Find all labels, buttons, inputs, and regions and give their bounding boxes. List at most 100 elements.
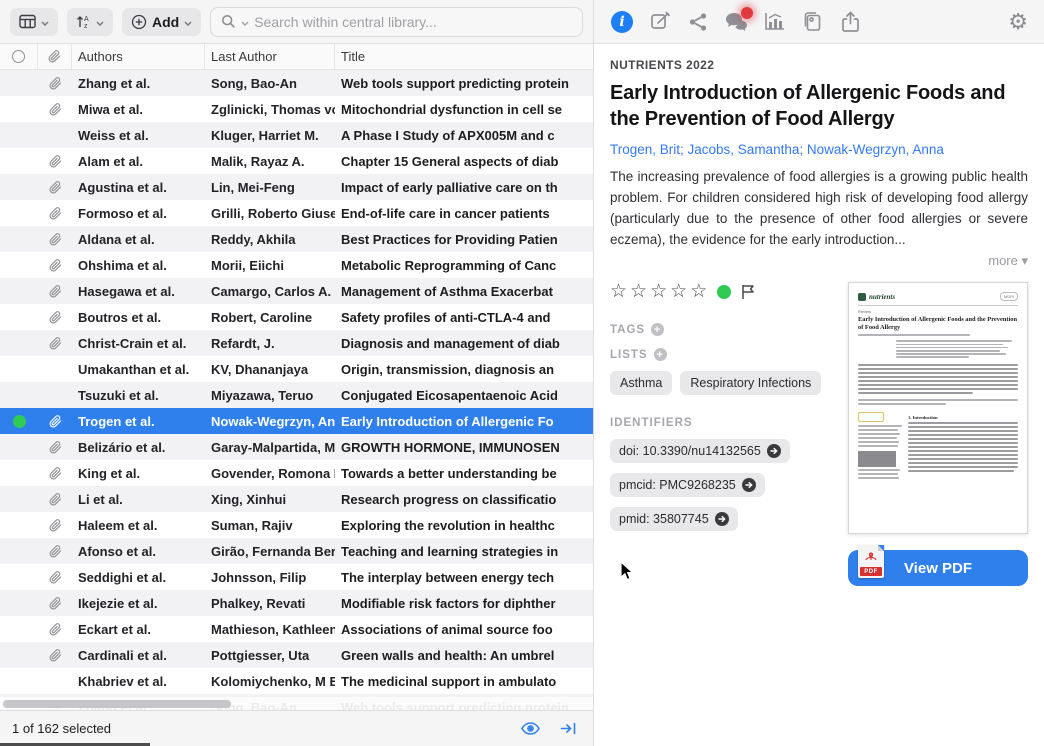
thumbnail-title: Early Introduction of Allergenic Foods a… xyxy=(858,316,1018,332)
pdf-label: PDF xyxy=(860,567,882,576)
pmcid-identifier-pill[interactable]: pmcid: PMC9268235 xyxy=(610,473,765,497)
journal-year-line: NUTRIENTS 2022 xyxy=(610,58,1028,72)
comments-icon[interactable] xyxy=(724,10,748,34)
detail-toolbar: i ⚙ xyxy=(594,0,1044,44)
table-row[interactable]: King et al. Govender, Romona D… Towards … xyxy=(0,460,593,486)
attachment-column-header[interactable] xyxy=(38,44,72,69)
add-button-label: Add xyxy=(152,14,179,30)
list-pill[interactable]: Respiratory Infections xyxy=(680,371,821,395)
edit-icon[interactable] xyxy=(648,10,672,34)
rating-star-icon[interactable]: ☆ xyxy=(630,282,647,301)
table-row[interactable]: Ohshima et al. Morii, Eiichi Metabolic R… xyxy=(0,252,593,278)
table-body: Zhang et al. Song, Bao-An Web tools supp… xyxy=(0,70,593,710)
read-status-dot[interactable] xyxy=(717,285,731,299)
attachment-icon xyxy=(49,467,62,480)
detail-content: NUTRIENTS 2022 Early Introduction of All… xyxy=(594,44,1044,746)
table-row[interactable]: Trogen et al. Nowak-Wegrzyn, Anna Early … xyxy=(0,408,593,434)
info-tab-icon[interactable]: i xyxy=(610,10,634,34)
attachment-icon xyxy=(49,545,62,558)
status-bar: 1 of 162 selected xyxy=(0,710,593,746)
sort-az-icon: Az xyxy=(76,14,91,29)
table-row[interactable]: Belizário et al. Garay-Malpartida, Mi… G… xyxy=(0,434,593,460)
collapse-panel-icon[interactable] xyxy=(560,722,577,735)
svg-text:z: z xyxy=(84,23,88,29)
detail-panel: i ⚙ NUTRIENTS 2022 Early xyxy=(594,0,1044,746)
horizontal-scrollbar[interactable] xyxy=(0,697,593,710)
attachment-icon xyxy=(49,337,62,350)
export-icon[interactable] xyxy=(838,10,862,34)
library-toolbar: Az Add xyxy=(0,0,593,44)
sort-button[interactable]: Az xyxy=(67,8,113,36)
pmid-identifier-pill[interactable]: pmid: 35807745 xyxy=(610,507,738,531)
table-row[interactable]: Eckart et al. Mathieson, Kathleen Associ… xyxy=(0,616,593,642)
paperclip-icon xyxy=(48,50,61,63)
thumbnail-journal-name: nutrients xyxy=(869,293,895,301)
add-list-icon[interactable]: + xyxy=(654,348,667,361)
view-options-button[interactable] xyxy=(10,8,58,36)
journal-logo-icon xyxy=(858,293,866,301)
table-view-icon xyxy=(19,14,36,29)
horizontal-scrollbar-thumb[interactable] xyxy=(3,700,231,708)
table-row[interactable]: Miwa et al. Zglinicki, Thomas von Mitoch… xyxy=(0,96,593,122)
add-button[interactable]: Add xyxy=(122,8,201,36)
pdf-column: nutrients MDPI Review Early Introduction… xyxy=(848,282,1028,586)
attachment-icon xyxy=(49,441,62,454)
table-row[interactable]: Cardinali et al. Pottgiesser, Uta Green … xyxy=(0,642,593,668)
view-pdf-button[interactable]: PDF View PDF xyxy=(848,550,1028,586)
table-row[interactable]: Khabriev et al. Kolomiychenko, M E The m… xyxy=(0,668,593,694)
paper-title: Early Introduction of Allergenic Foods a… xyxy=(610,80,1028,133)
attachment-icon xyxy=(49,493,62,506)
title-column-header[interactable]: Title xyxy=(335,44,593,69)
settings-gear-icon[interactable]: ⚙ xyxy=(1008,11,1028,33)
copy-citation-icon[interactable] xyxy=(800,10,824,34)
table-row[interactable]: Formoso et al. Grilli, Roberto Giusep… E… xyxy=(0,200,593,226)
share-icon[interactable] xyxy=(686,10,710,34)
svg-text:A: A xyxy=(84,16,89,23)
search-box[interactable] xyxy=(210,7,583,37)
search-scope-chevron-icon[interactable] xyxy=(241,13,249,31)
more-link[interactable]: more ▾ xyxy=(988,253,1028,268)
authors-column-header[interactable]: Authors xyxy=(72,44,205,69)
chevron-down-icon xyxy=(41,14,49,29)
publisher-badge: MDPI xyxy=(1000,292,1018,301)
table-row[interactable]: Afonso et al. Girão, Fernanda Berc… Teac… xyxy=(0,538,593,564)
rating-star-icon[interactable]: ☆ xyxy=(690,282,707,301)
table-row[interactable]: Li et al. Xing, Xinhui Research progress… xyxy=(0,486,593,512)
flag-icon[interactable] xyxy=(741,284,755,300)
table-row[interactable]: Alam et al. Malik, Rayaz A. Chapter 15 G… xyxy=(0,148,593,174)
thumbnail-article-type: Review xyxy=(858,309,1018,314)
search-input[interactable] xyxy=(254,14,572,30)
rating-star-icon[interactable]: ☆ xyxy=(650,282,667,301)
table-row[interactable]: Haleem et al. Suman, Rajiv Exploring the… xyxy=(0,512,593,538)
attachment-icon xyxy=(49,233,62,246)
table-row[interactable]: Christ-Crain et al. Refardt, J. Diagnosi… xyxy=(0,330,593,356)
table-row[interactable]: Ikejezie et al. Phalkey, Revati Modifiab… xyxy=(0,590,593,616)
paper-authors[interactable]: Trogen, Brit; Jacobs, Samantha; Nowak-We… xyxy=(610,142,1028,157)
table-row[interactable]: Tsuzuki et al. Miyazawa, Teruo Conjugate… xyxy=(0,382,593,408)
select-all-circle[interactable] xyxy=(12,50,25,63)
last-author-column-header[interactable]: Last Author xyxy=(205,44,335,69)
list-pill[interactable]: Asthma xyxy=(610,371,672,395)
rating-star-icon[interactable]: ☆ xyxy=(670,282,687,301)
chevron-down-icon xyxy=(184,14,192,29)
preview-eye-icon[interactable] xyxy=(521,722,540,735)
thumbnail-section-heading: 1. Introduction xyxy=(908,415,1018,420)
table-row[interactable]: Weiss et al. Kluger, Harriet M. A Phase … xyxy=(0,122,593,148)
table-row[interactable]: Seddighi et al. Johnsson, Filip The inte… xyxy=(0,564,593,590)
table-row[interactable]: Agustina et al. Lin, Mei-Feng Impact of … xyxy=(0,174,593,200)
table-row[interactable]: Hasegawa et al. Camargo, Carlos A. Manag… xyxy=(0,278,593,304)
search-icon xyxy=(221,14,236,29)
doi-identifier-pill[interactable]: doi: 10.3390/nu14132565 xyxy=(610,439,790,463)
add-tag-icon[interactable]: + xyxy=(651,323,664,336)
table-row[interactable]: Aldana et al. Reddy, Akhila Best Practic… xyxy=(0,226,593,252)
table-row[interactable]: Boutros et al. Robert, Caroline Safety p… xyxy=(0,304,593,330)
table-row[interactable]: Zhang et al. Song, Bao-An Web tools supp… xyxy=(0,70,593,96)
rating-row: ☆☆☆☆☆ xyxy=(610,282,838,301)
table-row[interactable]: Umakanthan et al. KV, Dhananjaya Origin,… xyxy=(0,356,593,382)
metrics-chart-icon[interactable] xyxy=(762,10,786,34)
rating-star-icon[interactable]: ☆ xyxy=(610,282,627,301)
reference-manager-window: Az Add xyxy=(0,0,1044,746)
attachment-icon xyxy=(49,519,62,532)
table-header: Authors Last Author Title xyxy=(0,44,593,70)
pdf-thumbnail[interactable]: nutrients MDPI Review Early Introduction… xyxy=(848,282,1028,534)
